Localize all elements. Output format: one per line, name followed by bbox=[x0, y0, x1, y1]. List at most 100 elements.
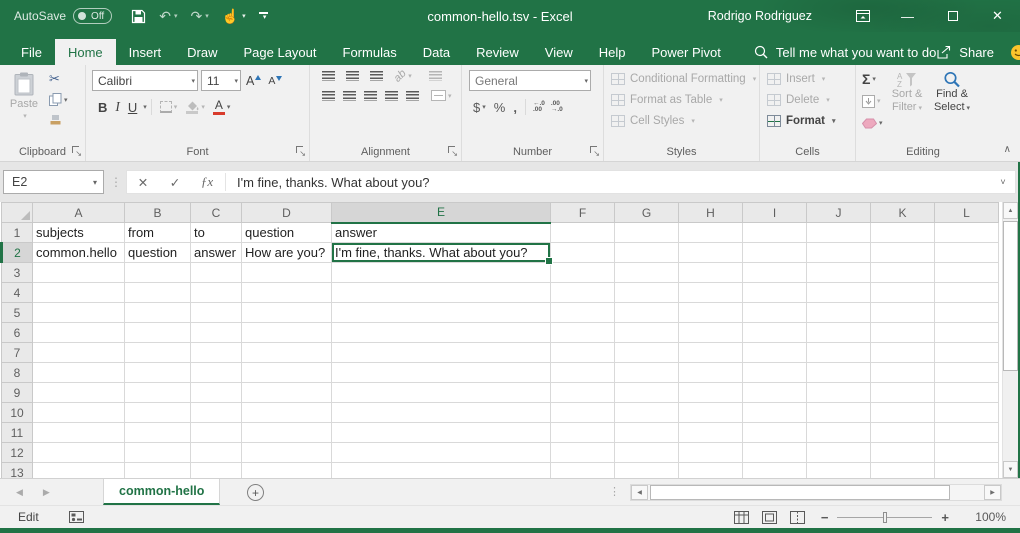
cell-C1[interactable]: to bbox=[191, 223, 242, 243]
cell-F13[interactable] bbox=[551, 463, 615, 479]
autosave-toggle[interactable]: AutoSave Off bbox=[14, 8, 112, 24]
font-dialog-launcher[interactable] bbox=[295, 145, 306, 156]
cell-F7[interactable] bbox=[551, 343, 615, 363]
name-box-dropdown[interactable]: ▾ bbox=[93, 178, 97, 187]
cut-button[interactable]: ✂ bbox=[46, 68, 71, 89]
tab-draw[interactable]: Draw bbox=[174, 39, 230, 65]
sheet-tab-common-hello[interactable]: common-hello bbox=[103, 479, 220, 505]
row-header-12[interactable]: 12 bbox=[2, 443, 33, 463]
scroll-right-button[interactable]: ▶ bbox=[984, 485, 1001, 500]
zoom-level-button[interactable]: 100% bbox=[958, 510, 1006, 524]
column-header-I[interactable]: I bbox=[743, 203, 807, 223]
cell-K5[interactable] bbox=[871, 303, 935, 323]
column-header-K[interactable]: K bbox=[871, 203, 935, 223]
cell-L11[interactable] bbox=[935, 423, 999, 443]
cell-K10[interactable] bbox=[871, 403, 935, 423]
cell-D1[interactable]: question bbox=[242, 223, 332, 243]
redo-button[interactable]: ↷▾ bbox=[185, 4, 213, 28]
cell-G3[interactable] bbox=[615, 263, 679, 283]
cell-B11[interactable] bbox=[125, 423, 191, 443]
row-header-5[interactable]: 5 bbox=[2, 303, 33, 323]
cell-H12[interactable] bbox=[679, 443, 743, 463]
cell-F9[interactable] bbox=[551, 383, 615, 403]
cell-L9[interactable] bbox=[935, 383, 999, 403]
percent-style-button[interactable]: % bbox=[490, 100, 510, 115]
align-left-button[interactable] bbox=[318, 91, 339, 101]
format-painter-button[interactable] bbox=[46, 110, 71, 131]
column-header-H[interactable]: H bbox=[679, 203, 743, 223]
decrease-decimal-button[interactable]: .00→.0 bbox=[548, 101, 566, 114]
cell-styles-button[interactable]: Cell Styles▾ bbox=[604, 110, 759, 131]
accounting-format-button[interactable]: $▾ bbox=[469, 100, 490, 115]
cell-C10[interactable] bbox=[191, 403, 242, 423]
borders-button[interactable]: ▾ bbox=[156, 101, 182, 113]
cell-A1[interactable]: subjects bbox=[33, 223, 125, 243]
column-header-L[interactable]: L bbox=[935, 203, 999, 223]
alignment-dialog-launcher[interactable] bbox=[447, 145, 458, 156]
cell-A6[interactable] bbox=[33, 323, 125, 343]
wrap-text-button[interactable] bbox=[425, 71, 446, 81]
cell-C7[interactable] bbox=[191, 343, 242, 363]
undo-button[interactable]: ↶▾ bbox=[154, 4, 182, 28]
cell-B4[interactable] bbox=[125, 283, 191, 303]
row-header-4[interactable]: 4 bbox=[2, 283, 33, 303]
column-header-G[interactable]: G bbox=[615, 203, 679, 223]
cell-H2[interactable] bbox=[679, 243, 743, 263]
cell-I10[interactable] bbox=[743, 403, 807, 423]
cell-L10[interactable] bbox=[935, 403, 999, 423]
increase-decimal-button[interactable]: ←.0.00 bbox=[530, 101, 548, 114]
cell-B7[interactable] bbox=[125, 343, 191, 363]
cell-C5[interactable] bbox=[191, 303, 242, 323]
cell-I3[interactable] bbox=[743, 263, 807, 283]
cell-D10[interactable] bbox=[242, 403, 332, 423]
cell-H5[interactable] bbox=[679, 303, 743, 323]
cell-D3[interactable] bbox=[242, 263, 332, 283]
column-header-F[interactable]: F bbox=[551, 203, 615, 223]
cell-E13[interactable] bbox=[332, 463, 551, 479]
cell-E8[interactable] bbox=[332, 363, 551, 383]
underline-button[interactable]: U bbox=[124, 100, 141, 115]
fill-button[interactable]: ▾ bbox=[860, 90, 885, 112]
cell-L1[interactable] bbox=[935, 223, 999, 243]
cell-C2[interactable]: answer bbox=[191, 243, 242, 263]
cell-I5[interactable] bbox=[743, 303, 807, 323]
cell-A4[interactable] bbox=[33, 283, 125, 303]
cell-E9[interactable] bbox=[332, 383, 551, 403]
cell-B2[interactable]: question bbox=[125, 243, 191, 263]
page-break-preview-button[interactable] bbox=[784, 506, 812, 529]
cell-K1[interactable] bbox=[871, 223, 935, 243]
tab-bar-divider[interactable]: ⋮ bbox=[609, 485, 620, 498]
delete-cells-button[interactable]: Delete▾ bbox=[760, 89, 855, 110]
horizontal-scrollbar[interactable]: ◀ ▶ bbox=[630, 484, 1002, 501]
cell-F10[interactable] bbox=[551, 403, 615, 423]
cell-H11[interactable] bbox=[679, 423, 743, 443]
autosum-button[interactable]: Σ▾ bbox=[860, 68, 885, 90]
cell-H1[interactable] bbox=[679, 223, 743, 243]
cell-A5[interactable] bbox=[33, 303, 125, 323]
row-header-7[interactable]: 7 bbox=[2, 343, 33, 363]
insert-cells-button[interactable]: Insert▾ bbox=[760, 68, 855, 89]
zoom-slider[interactable] bbox=[837, 517, 932, 518]
cell-G9[interactable] bbox=[615, 383, 679, 403]
cell-J9[interactable] bbox=[807, 383, 871, 403]
cell-I12[interactable] bbox=[743, 443, 807, 463]
cell-K2[interactable] bbox=[871, 243, 935, 263]
clipboard-dialog-launcher[interactable] bbox=[71, 145, 82, 156]
cell-G6[interactable] bbox=[615, 323, 679, 343]
underline-dropdown[interactable]: ▾ bbox=[143, 103, 147, 111]
cell-F4[interactable] bbox=[551, 283, 615, 303]
cell-B10[interactable] bbox=[125, 403, 191, 423]
cell-J2[interactable] bbox=[807, 243, 871, 263]
cell-I7[interactable] bbox=[743, 343, 807, 363]
cell-K9[interactable] bbox=[871, 383, 935, 403]
enter-button[interactable]: ✓ bbox=[159, 175, 191, 190]
cell-E3[interactable] bbox=[332, 263, 551, 283]
cell-I1[interactable] bbox=[743, 223, 807, 243]
cell-E10[interactable] bbox=[332, 403, 551, 423]
cell-B6[interactable] bbox=[125, 323, 191, 343]
tab-review[interactable]: Review bbox=[463, 39, 532, 65]
cell-F12[interactable] bbox=[551, 443, 615, 463]
cell-C6[interactable] bbox=[191, 323, 242, 343]
scroll-down-button[interactable]: ▼ bbox=[1003, 461, 1018, 478]
comma-style-button[interactable]: , bbox=[509, 100, 521, 115]
